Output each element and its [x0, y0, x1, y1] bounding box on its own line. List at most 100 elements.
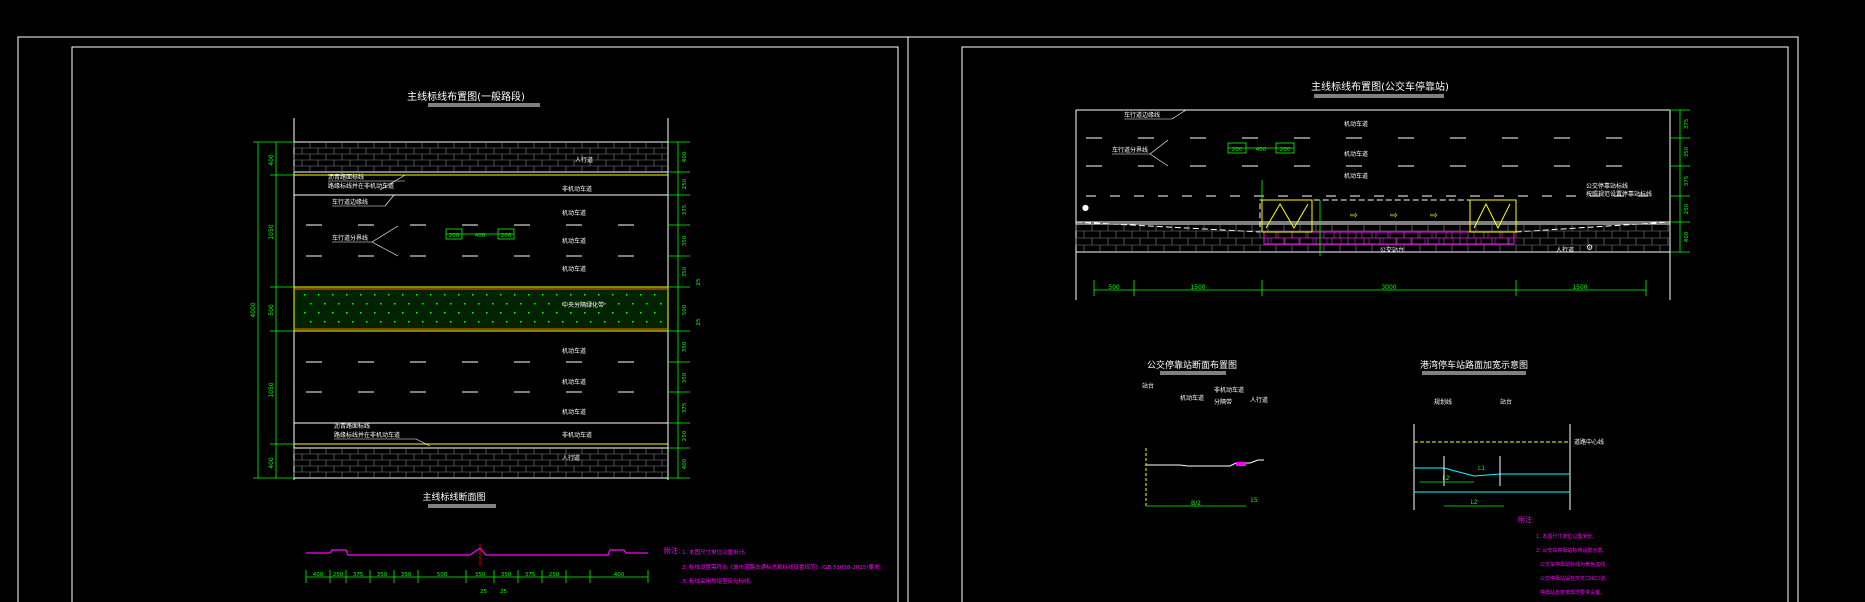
planting-dot	[646, 321, 648, 323]
bus-section-label-4: 人行道	[1250, 396, 1268, 404]
bus-section-label-1: 站台	[1142, 382, 1154, 390]
section-sub-dim-1: 25	[480, 589, 487, 595]
planting-dot	[478, 321, 480, 323]
drain-dim-3: L2	[1470, 499, 1477, 506]
planting-dot	[332, 312, 334, 314]
median-strip	[293, 286, 669, 332]
drain-label-1: 规划线	[1434, 398, 1452, 406]
bus-bay-outline	[1075, 199, 1671, 233]
drain-widening-line	[1414, 467, 1570, 477]
planting-dot	[416, 294, 418, 296]
planting-dot	[660, 321, 662, 323]
left-note-2: 2. 标线设置需符合《城市道路交通标志和标线设置规范》(GB 51038-201…	[682, 563, 885, 571]
edge-line-top-label: 沥青路面标线	[328, 173, 364, 181]
bus-divider-label: 车行道分界线	[1112, 146, 1148, 154]
left-notes-title: 附注:	[664, 546, 680, 555]
planting-dot	[430, 312, 432, 314]
left-dim-5: 400	[268, 457, 275, 469]
drain-label-2: 站台	[1500, 398, 1512, 406]
bus-bottom-dim-4: 1500	[1572, 284, 1587, 291]
planting-dot	[542, 312, 544, 314]
cad-drawing-canvas: 主线标线布置图(一般路段) 人行道 非机动车道 机动车道 机动车道 机动车道 中…	[17, 36, 1799, 602]
lane-label-1: 机动车道	[562, 209, 586, 217]
bus-edge-label: 车行道边缘线	[1124, 111, 1160, 119]
planting-dot	[444, 294, 446, 296]
drain-title: 港湾停车站路面加宽示意图	[1420, 359, 1528, 371]
left-dim-3: 500	[268, 304, 275, 316]
planting-dot	[528, 294, 530, 296]
planting-dot	[338, 321, 340, 323]
guide-mid-label: 车行道分界线	[332, 234, 368, 242]
planting-dot	[416, 312, 418, 314]
bus-bottom-dims	[1093, 280, 1647, 296]
planting-dot	[324, 321, 326, 323]
planting-dot	[304, 312, 306, 314]
bus-section-label-2: 机动车道	[1180, 394, 1204, 402]
bus-section-label-3: 非机动车道	[1214, 386, 1244, 394]
planting-dot	[514, 294, 516, 296]
lane-label-4: 机动车道	[562, 347, 586, 355]
planting-dot	[360, 294, 362, 296]
bus-dash-dim-2: 400	[1256, 147, 1267, 153]
bus-lane-dashes	[1086, 137, 1648, 197]
planting-dot	[514, 312, 516, 314]
bus-section-curb	[1236, 462, 1246, 466]
planting-dot	[458, 294, 460, 296]
planting-dot	[366, 303, 368, 305]
bus-right-dim-3: 375	[1684, 175, 1690, 186]
left-dim-2: 1050	[268, 224, 275, 239]
section-dim-label: 400	[313, 572, 324, 578]
planting-dot	[598, 294, 600, 296]
planting-dot	[450, 303, 452, 305]
planting-dot	[304, 294, 306, 296]
bus-arrow-1: ⇨	[1350, 211, 1358, 221]
bus-lane-a: 机动车道	[1344, 120, 1368, 128]
bus-bottom-dim-3: 3000	[1381, 284, 1396, 291]
planting-dot	[324, 303, 326, 305]
right-dim-11: 375	[682, 402, 688, 413]
right-note-5: 停靠站长度按规范要求设置。	[1540, 589, 1605, 596]
planting-dot	[310, 303, 312, 305]
planting-dot	[590, 321, 592, 323]
planting-dot	[492, 321, 494, 323]
planting-dot	[402, 294, 404, 296]
planting-dot	[318, 312, 320, 314]
lane-label-5: 机动车道	[562, 378, 586, 386]
planting-dot	[500, 312, 502, 314]
planting-dot	[422, 303, 424, 305]
median-label: 中央分隔绿化带	[562, 301, 604, 309]
planting-dot	[444, 312, 446, 314]
dash-dim-2: 400	[475, 233, 486, 239]
lane-label-2: 机动车道	[562, 237, 586, 245]
planting-dot	[338, 303, 340, 305]
left-note-1: 1. 本图尺寸单位以厘米计。	[682, 548, 750, 556]
nonmotor-bottom-label: 非机动车道	[562, 431, 592, 439]
right-note-2: 2. 公交车停靠站标线设置示意。	[1536, 547, 1607, 554]
planting-dot	[464, 321, 466, 323]
dash-dim-1: 200	[449, 233, 460, 239]
bus-sign-label: 公交站台	[1380, 246, 1404, 254]
planting-dot	[528, 312, 530, 314]
section-dim-label: 375	[353, 572, 364, 578]
planting-dot	[472, 312, 474, 314]
planting-dot	[408, 303, 410, 305]
planting-dot	[500, 294, 502, 296]
bus-leader-5	[1149, 153, 1169, 167]
bus-dash-dim-1: 200	[1232, 147, 1243, 153]
planting-dot	[542, 294, 544, 296]
bus-bottom-dim-1: 500	[1108, 284, 1120, 291]
planting-dot	[422, 321, 424, 323]
planting-dot	[374, 312, 376, 314]
edge-line-top-label2: 路缘标线并在非机动车道	[328, 182, 394, 190]
planting-dot	[458, 312, 460, 314]
planting-dot	[640, 294, 642, 296]
planting-dot	[472, 294, 474, 296]
right-dim-5: 350	[682, 266, 688, 277]
planting-dot	[626, 294, 628, 296]
planting-dot	[486, 294, 488, 296]
lane-label-3: 机动车道	[562, 265, 586, 273]
bus-section-profile	[1146, 459, 1264, 467]
planting-dot	[478, 303, 480, 305]
bus-bottom-dim-2: 1500	[1190, 284, 1205, 291]
section-dim-label: 400	[614, 572, 625, 578]
